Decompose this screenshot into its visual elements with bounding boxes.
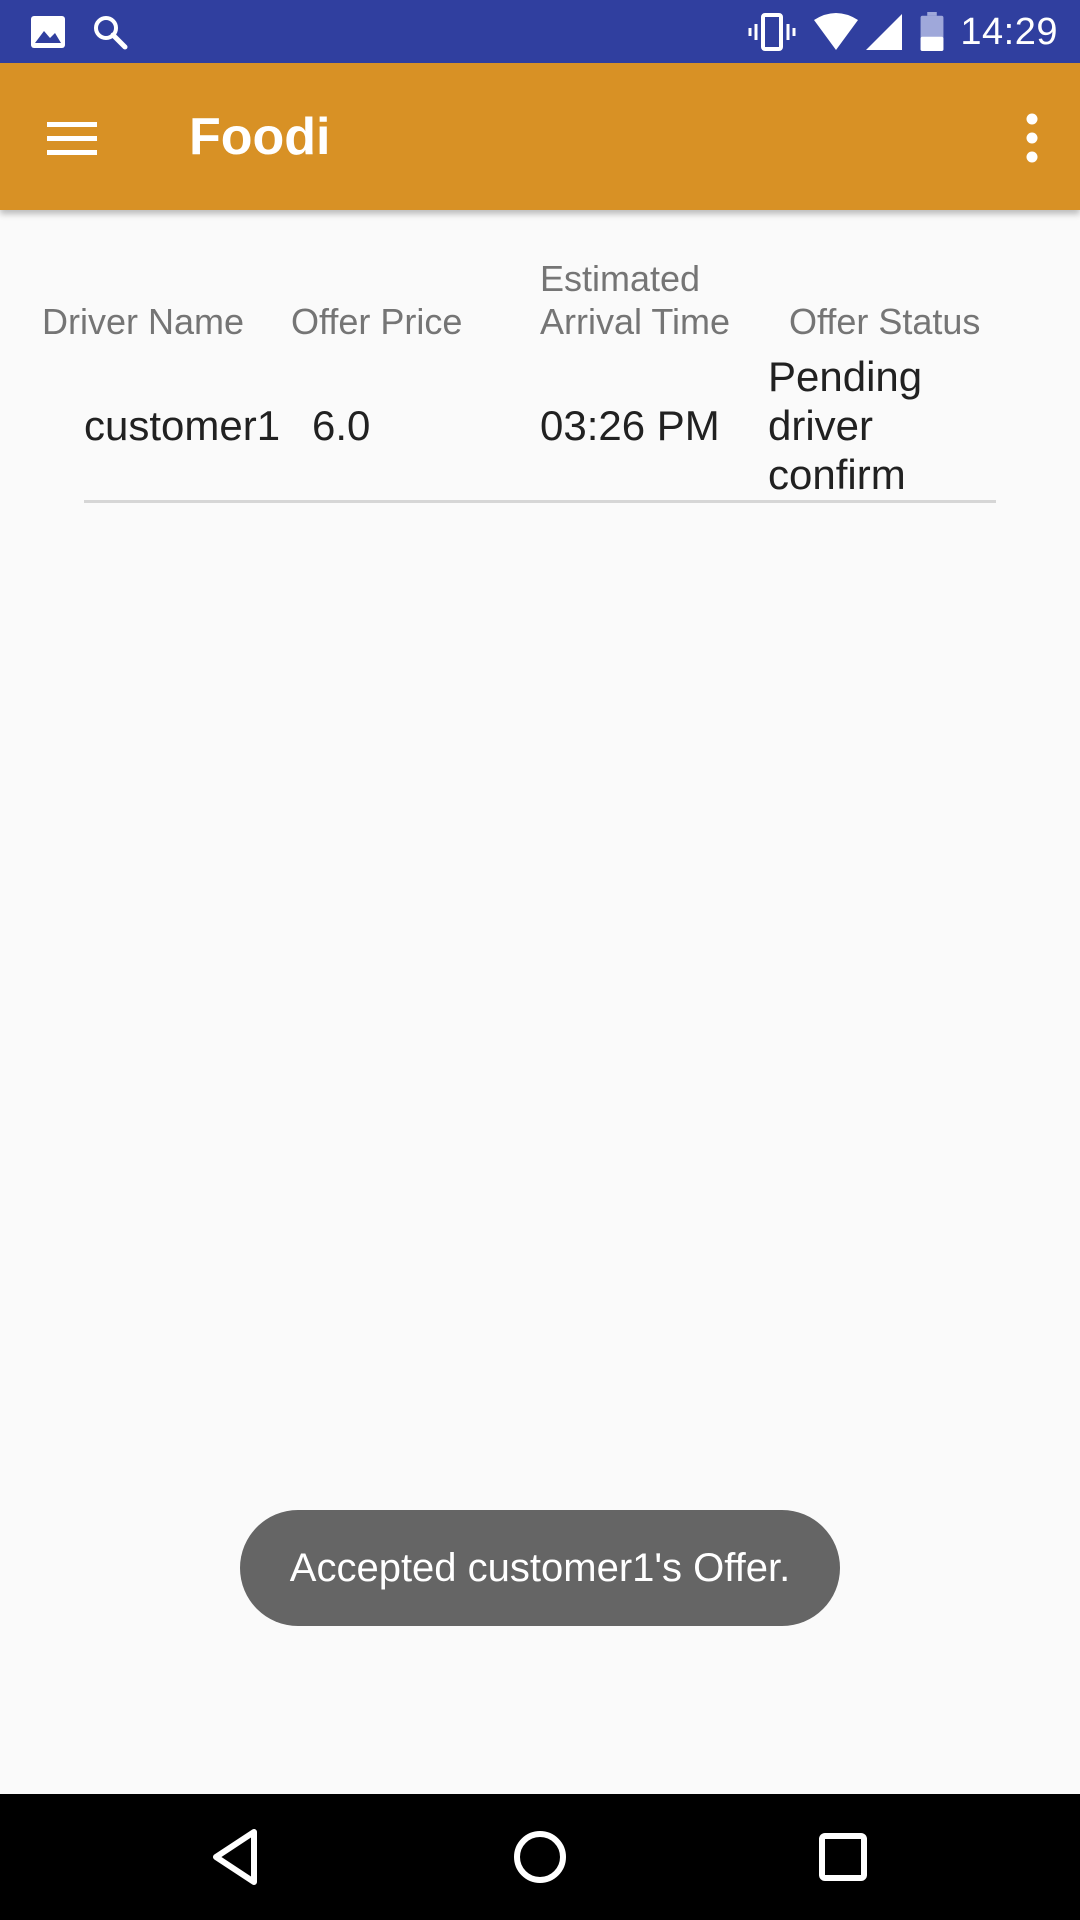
overflow-menu-button[interactable]	[1002, 103, 1062, 173]
home-icon[interactable]	[505, 1822, 575, 1892]
header-offer-price: Offer Price	[291, 301, 463, 342]
screen: 14:29 Foodi Driver Name Offer Price Esti…	[0, 0, 1080, 1920]
row-divider	[84, 500, 996, 503]
vibrate-icon	[748, 13, 796, 51]
cell-status-line1[interactable]: Pending	[768, 352, 922, 401]
wifi-icon	[814, 13, 858, 50]
toast-message: Accepted customer1's Offer.	[240, 1510, 840, 1626]
status-time: 14:29	[960, 11, 1058, 53]
app-title: Foodi	[189, 108, 331, 166]
cell-status-line3[interactable]: confirm	[768, 450, 906, 499]
header-eta-line1: Estimated	[540, 258, 701, 299]
cell-offer-price[interactable]: 6.0	[312, 401, 370, 450]
header-offer-status: Offer Status	[789, 301, 981, 342]
cell-eta[interactable]: 03:26 PM	[540, 401, 720, 450]
cell-driver-name[interactable]: customer1	[84, 401, 280, 450]
recents-icon[interactable]	[808, 1822, 878, 1892]
header-eta-line2: Arrival Time	[540, 301, 731, 342]
cell-signal-icon	[866, 14, 902, 50]
search-notification-icon	[94, 16, 128, 50]
menu-button[interactable]	[32, 103, 112, 173]
back-icon[interactable]	[202, 1822, 272, 1892]
header-driver-name: Driver Name	[42, 301, 245, 342]
cell-status-line2[interactable]: driver	[768, 401, 873, 450]
status-bar: 14:29	[0, 0, 1080, 63]
navigation-bar	[0, 1794, 1080, 1920]
toolbar: Foodi	[0, 63, 1080, 210]
battery-icon	[920, 12, 944, 52]
hamburger-menu-icon	[47, 122, 97, 155]
image-notification-icon	[31, 16, 65, 48]
more-vert-icon	[1026, 113, 1038, 163]
